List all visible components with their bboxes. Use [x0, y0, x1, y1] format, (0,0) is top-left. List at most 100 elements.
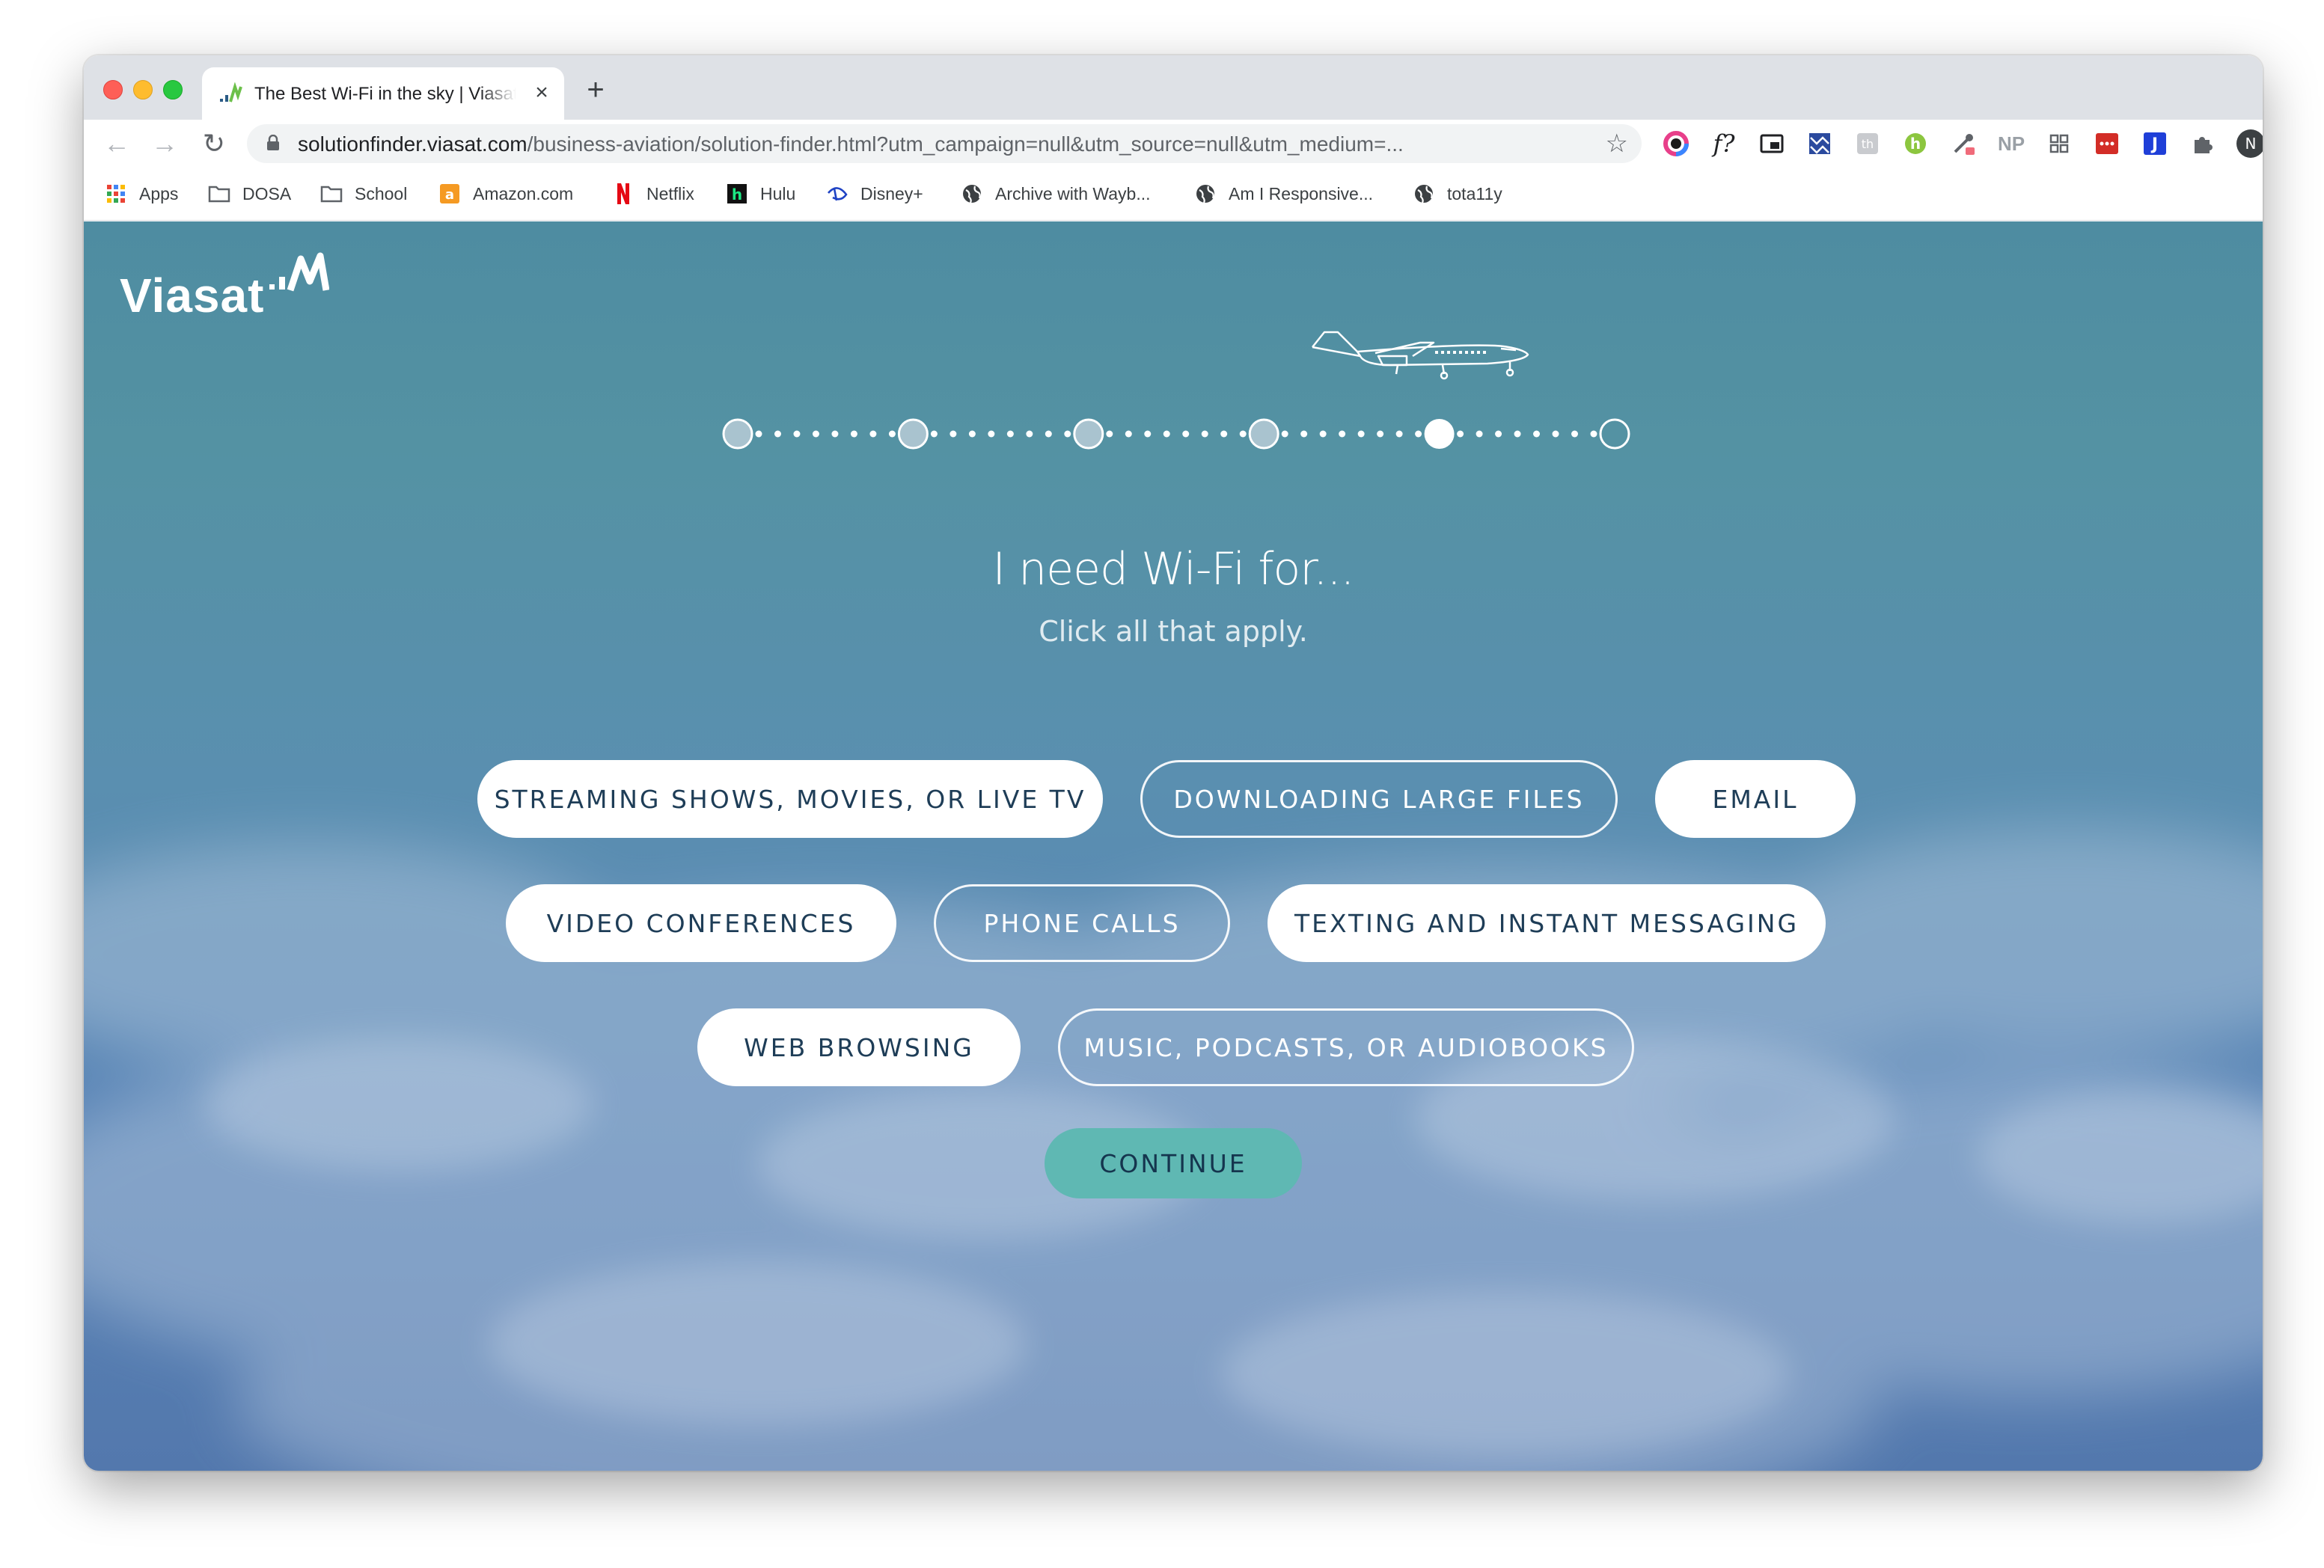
- globe-icon: [961, 183, 983, 205]
- color-picker-icon[interactable]: [1661, 129, 1691, 159]
- honey-extension-icon[interactable]: h: [1901, 129, 1930, 159]
- progress-stepper: [722, 418, 1630, 450]
- picture-in-picture-icon[interactable]: [1757, 129, 1787, 159]
- svg-text:N: N: [2245, 135, 2257, 153]
- apps-grid-icon: [105, 183, 127, 205]
- window-minimize-button[interactable]: [133, 80, 153, 99]
- progress-connector-dot: [1552, 430, 1559, 438]
- progress-connector-dot: [1281, 430, 1288, 438]
- progress-connector-dot: [968, 430, 976, 438]
- progress-connector-dot: [793, 430, 801, 438]
- progress-connector-dot: [1064, 430, 1071, 438]
- progress-connector-dot: [1319, 430, 1327, 438]
- back-arrow-icon[interactable]: ←: [99, 126, 135, 162]
- progress-connector-dot: [1339, 430, 1346, 438]
- progress-connector-dot: [1239, 430, 1247, 438]
- option-phone-calls-button[interactable]: PHONE CALLS: [934, 884, 1230, 962]
- np-extension-icon[interactable]: NP: [1996, 129, 2026, 159]
- lastpass-extension-icon[interactable]: [2092, 129, 2122, 159]
- progress-connector-dot: [812, 430, 819, 438]
- option-downloading-files-button[interactable]: DOWNLOADING LARGE FILES: [1140, 760, 1618, 838]
- bookmark-apps[interactable]: Apps: [105, 181, 178, 206]
- progress-connector-dot: [869, 430, 877, 438]
- viasat-favicon-icon: [220, 82, 242, 102]
- eyedropper-extension-icon[interactable]: [1948, 129, 1978, 159]
- question-heading: I need Wi-Fi for...: [992, 543, 1354, 595]
- progress-step-completed: [897, 418, 929, 450]
- option-email-button[interactable]: EMAIL: [1655, 760, 1856, 838]
- progress-connector-dot: [1533, 430, 1541, 438]
- browser-toolbar: ← → ↻ solutionfinder.viasat.com/business…: [84, 120, 2263, 168]
- bookmark-label: Apps: [139, 183, 179, 203]
- bookmark-am-i-responsive[interactable]: Am I Responsive...: [1194, 181, 1373, 206]
- progress-connector-dot: [774, 430, 781, 438]
- option-streaming-button[interactable]: STREAMING SHOWS, MOVIES, OR LIVE TV: [477, 760, 1103, 838]
- svg-text:h: h: [1910, 135, 1921, 153]
- progress-connector-dot: [1357, 430, 1365, 438]
- window-close-button[interactable]: [103, 80, 123, 99]
- browser-tab-active[interactable]: The Best Wi-Fi in the sky | Viasat ×: [202, 67, 564, 120]
- viasat-solution-finder-page: Viasat I need Wi-Fi for... Click all tha…: [84, 221, 2263, 1471]
- bookmark-hulu[interactable]: h Hulu: [726, 181, 795, 206]
- logo-wordmark: Viasat: [120, 269, 265, 322]
- reload-icon[interactable]: ↻: [196, 126, 232, 162]
- viasat-signal-mark-icon: [269, 252, 329, 292]
- option-web-browsing-button[interactable]: WEB BROWSING: [697, 1008, 1021, 1086]
- bookmark-dosa[interactable]: DOSA: [208, 181, 291, 206]
- pattern-extension-icon[interactable]: [1805, 129, 1835, 159]
- grey-extension-icon[interactable]: th: [1853, 129, 1883, 159]
- progress-connector-dot: [1495, 430, 1502, 438]
- bookmark-star-icon[interactable]: ☆: [1606, 130, 1628, 157]
- option-texting-button[interactable]: TEXTING AND INSTANT MESSAGING: [1268, 884, 1826, 962]
- option-music-podcasts-button[interactable]: MUSIC, PODCASTS, OR AUDIOBOOKS: [1058, 1008, 1634, 1086]
- progress-connector-dot: [1182, 430, 1190, 438]
- progress-connector-dot: [1163, 430, 1170, 438]
- progress-connector-dot: [1006, 430, 1014, 438]
- progress-connector-dot: [1125, 430, 1132, 438]
- tab-title: The Best Wi-Fi in the sky | Viasat: [254, 84, 516, 104]
- bookmark-label: Amazon.com: [473, 183, 574, 203]
- font-identifier-icon[interactable]: f?: [1709, 129, 1739, 159]
- bookmark-label: tota11y: [1447, 183, 1502, 203]
- extensions-puzzle-icon[interactable]: [2188, 129, 2218, 159]
- profile-avatar-icon[interactable]: N: [2236, 129, 2263, 159]
- bookmark-netflix[interactable]: Netflix: [612, 181, 694, 206]
- j-extension-icon[interactable]: J: [2140, 129, 2170, 159]
- tab-close-icon[interactable]: ×: [528, 79, 555, 106]
- progress-step-current: [1424, 419, 1455, 449]
- progress-step-completed: [1073, 418, 1104, 450]
- bookmark-disney[interactable]: Disney+: [826, 181, 923, 206]
- progress-connector-dot: [888, 430, 896, 438]
- lock-icon: [267, 135, 279, 150]
- bookmark-amazon[interactable]: a Amazon.com: [438, 181, 573, 206]
- tab-strip: The Best Wi-Fi in the sky | Viasat × +: [84, 55, 2263, 120]
- bookmarks-bar: Apps DOSA School a Amazon.com Netflix h …: [84, 168, 2263, 221]
- grid-extension-icon[interactable]: [2044, 129, 2074, 159]
- viasat-logo[interactable]: Viasat: [120, 251, 329, 322]
- address-bar[interactable]: solutionfinder.viasat.com/business-aviat…: [247, 124, 1642, 163]
- new-tab-button[interactable]: +: [581, 75, 611, 105]
- progress-connector-dot: [1220, 430, 1228, 438]
- progress-step-completed: [722, 418, 753, 450]
- svg-text:a: a: [445, 187, 454, 203]
- progress-connector-dot: [1144, 430, 1152, 438]
- progress-connector-dot: [930, 430, 938, 438]
- business-jet-illustration: [1312, 331, 1529, 380]
- window-maximize-button[interactable]: [163, 80, 183, 99]
- forward-arrow-icon[interactable]: →: [147, 126, 183, 162]
- disney-icon: [826, 183, 848, 205]
- continue-button[interactable]: CONTINUE: [1045, 1128, 1302, 1198]
- svg-text:th: th: [1862, 137, 1874, 151]
- option-video-conferences-button[interactable]: VIDEO CONFERENCES: [506, 884, 896, 962]
- svg-text:h: h: [732, 186, 742, 203]
- progress-connector-dot: [1415, 430, 1422, 438]
- bookmark-label: School: [355, 183, 408, 203]
- progress-connector-dot: [1590, 430, 1597, 438]
- bookmark-archive-wayback[interactable]: Archive with Wayb...: [961, 181, 1150, 206]
- bookmark-label: Disney+: [860, 183, 923, 203]
- progress-connector-dot: [831, 430, 839, 438]
- progress-connector-dot: [950, 430, 957, 438]
- bookmark-school[interactable]: School: [320, 181, 407, 206]
- bookmark-label: DOSA: [242, 183, 292, 203]
- bookmark-tota11y[interactable]: tota11y: [1413, 181, 1502, 206]
